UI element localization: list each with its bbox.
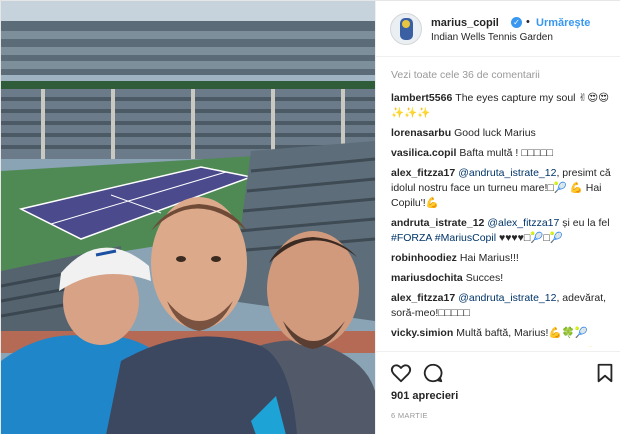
- comment-item: lambert5566 The eyes capture my soul ✌😍😍✨…: [391, 91, 616, 121]
- username-link[interactable]: marius_copil: [431, 17, 499, 29]
- comment-username[interactable]: robinhoodiez: [391, 252, 457, 264]
- selfie-illustration: [1, 1, 375, 434]
- comment-item: mariusdochita Succes!: [391, 271, 616, 286]
- comment-username[interactable]: alex_fitzza17: [391, 167, 455, 179]
- comment-item: alex_fitzza17 @andruta_istrate_12, adevăr…: [391, 291, 616, 321]
- follow-button[interactable]: Urmărește: [536, 17, 590, 29]
- comment-username[interactable]: mariusdochita: [391, 272, 463, 284]
- comment-mention-link[interactable]: #MariusCopil: [435, 232, 496, 244]
- comment-item: lorenasarbu Good luck Marius: [391, 126, 616, 141]
- comment-text: și eu la fel: [559, 217, 610, 229]
- avatar-ball: [402, 20, 410, 28]
- post-date: 6 MARTIE: [391, 411, 428, 420]
- comment-mention-link[interactable]: @alex_fitzza17: [487, 217, 559, 229]
- comment-item: vicky.simion Multă baftă, Marius!💪🍀🎾: [391, 326, 616, 341]
- comment-text: Succes!: [465, 272, 504, 284]
- verified-badge-icon: ✓: [511, 17, 522, 28]
- comment-username[interactable]: vasilica.copil: [391, 147, 456, 159]
- comment-username[interactable]: alex_fitzza17: [391, 292, 455, 304]
- view-all-comments-link[interactable]: Vezi toate cele 36 de comentarii: [391, 69, 616, 81]
- location-link[interactable]: Indian Wells Tennis Garden: [431, 32, 553, 43]
- comment-items: lambert5566 The eyes capture my soul ✌😍😍✨…: [391, 91, 616, 347]
- likes-count[interactable]: 901 aprecieri: [391, 390, 458, 402]
- bookmark-icon[interactable]: [594, 362, 616, 384]
- comment-mention-link[interactable]: @andruta_istrate_12: [458, 292, 556, 304]
- comment-text: Multă baftă, Marius!💪🍀🎾: [456, 327, 588, 339]
- comments-list: Vezi toate cele 36 de comentarii lambert…: [391, 69, 616, 347]
- comment-username[interactable]: vicky.simion: [391, 327, 453, 339]
- comment-item: andruta_istrate_12 @alex_fitzza17 și eu l…: [391, 216, 616, 246]
- comment-item: vasilica.copil Bafta multă ! □□□□□: [391, 146, 616, 161]
- post-sidebar: marius_copil ✓ • Urmărește Indian Wells …: [375, 1, 620, 434]
- comment-text: Bafta multă ! □□□□□: [459, 147, 553, 159]
- post-actions: 901 aprecieri 6 MARTIE: [376, 351, 620, 434]
- avatar[interactable]: [390, 13, 422, 45]
- comment-mention-link[interactable]: #FORZA: [391, 232, 432, 244]
- separator-dot: •: [526, 16, 530, 28]
- comment-item: robinhoodiez Hai Marius!!!: [391, 251, 616, 266]
- comment-username[interactable]: lambert5566: [391, 92, 452, 104]
- comment-item: anda.tanaseGooo Marius, "kid" them all!🏆: [391, 346, 616, 347]
- post-photo[interactable]: [1, 1, 375, 434]
- comment-username[interactable]: andruta_istrate_12: [391, 217, 484, 229]
- comment-text: Good luck Marius: [454, 127, 536, 139]
- post-header: marius_copil ✓ • Urmărește Indian Wells …: [376, 1, 620, 57]
- comment-mention-link[interactable]: @andruta_istrate_12: [458, 167, 556, 179]
- comment-text: ♥♥♥♥□🎾□🎾: [496, 232, 563, 244]
- comment-username[interactable]: lorenasarbu: [391, 127, 451, 139]
- comment-item: alex_fitzza17 @andruta_istrate_12, presim…: [391, 166, 616, 211]
- comment-text: Hai Marius!!!: [459, 252, 519, 264]
- instagram-post: marius_copil ✓ • Urmărește Indian Wells …: [0, 0, 620, 434]
- heart-icon[interactable]: [390, 362, 412, 384]
- comment-bubble-icon[interactable]: [422, 362, 444, 384]
